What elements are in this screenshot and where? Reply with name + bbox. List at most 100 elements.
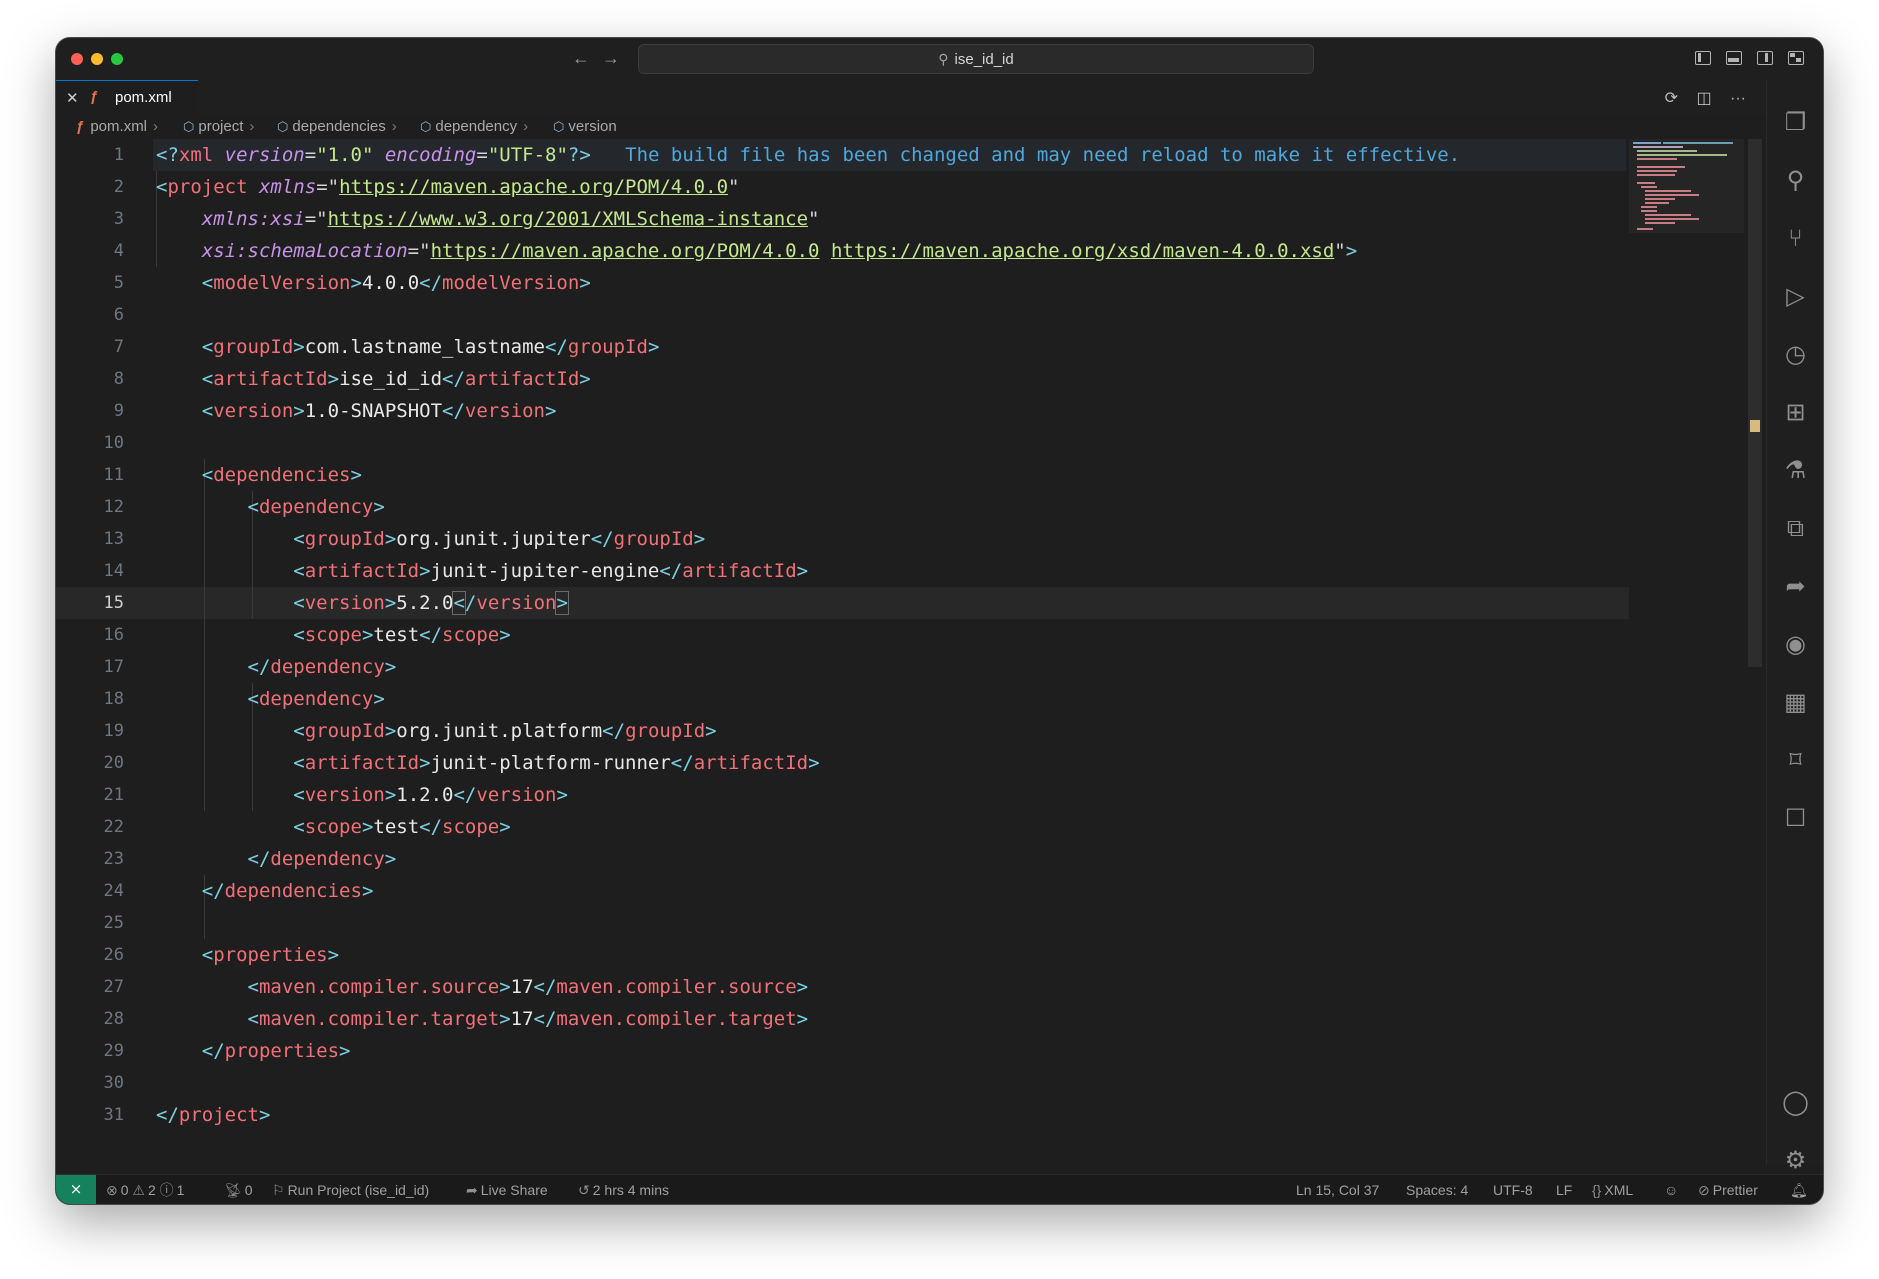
close-window-button[interactable] xyxy=(71,53,83,65)
run-project-status[interactable]: ⚐ Run Project (ise_id_id) xyxy=(272,1175,429,1204)
extensions-icon[interactable]: ⊞ xyxy=(1767,398,1823,428)
timeline-icon[interactable]: ◷ xyxy=(1767,340,1823,370)
remote-indicator-icon[interactable]: ⨯ xyxy=(56,1175,96,1204)
line-number: 31 xyxy=(103,1105,124,1125)
code-line-4: xsi:schemaLocation="https://maven.apache… xyxy=(201,240,1358,262)
symbol-element-icon: ⬡ xyxy=(420,119,432,134)
source-control-icon[interactable]: ⑂ xyxy=(1767,224,1823,254)
breadcrumb-file[interactable]: ƒ pom.xml › xyxy=(76,115,158,139)
schema-link-xsd[interactable]: https://maven.apache.org/xsd/maven-4.0.0… xyxy=(831,240,1334,262)
breadcrumb: ƒ pom.xml › ⬡ project › ⬡ dependencies › ⬡ depe… xyxy=(56,115,1766,139)
code-line-23: </dependency> xyxy=(247,848,397,870)
account-icon[interactable]: ◯ xyxy=(1767,1088,1823,1118)
run-debug-icon[interactable]: ▷ xyxy=(1767,282,1823,312)
forward-arrow-icon[interactable]: → xyxy=(602,47,620,69)
command-center-search[interactable]: ⚲ ise_id_id xyxy=(638,44,1314,74)
schema-link-pom[interactable]: https://maven.apache.org/POM/4.0.0 xyxy=(431,240,820,262)
breadcrumb-dependency[interactable]: ⬡ dependency › xyxy=(420,115,528,139)
prettier-status[interactable]: ⊘ Prettier xyxy=(1698,1175,1758,1204)
time-tracker-status[interactable]: ↺ 2 hrs 4 mins xyxy=(578,1175,669,1204)
search-icon: ⚲ xyxy=(938,51,949,67)
line-number: 7 xyxy=(113,337,124,357)
reload-project-icon[interactable]: ⟳ xyxy=(1665,90,1678,107)
warning-icon: ⚠ xyxy=(132,1182,145,1198)
breadcrumb-version[interactable]: ⬡ version xyxy=(553,115,617,139)
notifications-icon[interactable]: 🔔︎ xyxy=(1790,1175,1808,1204)
xmlns-link[interactable]: https://maven.apache.org/POM/4.0.0 xyxy=(339,176,728,198)
minimize-window-button[interactable] xyxy=(91,53,103,65)
code-line-2: <project xmlns="https://maven.apache.org… xyxy=(156,176,740,198)
code-line-19: <groupId>org.junit.platform</groupId> xyxy=(293,720,717,742)
line-number: 8 xyxy=(113,369,124,389)
line-number: 5 xyxy=(113,273,124,293)
title-bar: ← → ⚲ ise_id_id xyxy=(56,38,1823,81)
copilot-icon[interactable]: ☺ xyxy=(1664,1175,1678,1204)
comments-icon[interactable]: ☐ xyxy=(1767,804,1823,834)
toggle-primary-sidebar-icon[interactable] xyxy=(1695,51,1711,65)
toggle-secondary-sidebar-icon[interactable] xyxy=(1757,51,1773,65)
bookmarks-icon[interactable]: ⌑ xyxy=(1767,746,1823,776)
toggle-panel-icon[interactable] xyxy=(1726,51,1742,65)
vscode-window: ← → ⚲ ise_id_id ✕ ƒ pom.xml ⟳ ◫ ··· ƒ pom.… xyxy=(56,38,1823,1204)
ports-status[interactable]: 📡︎ 0 xyxy=(224,1175,253,1204)
problems-status[interactable]: ⊗ 0 ⚠ 2 ⓘ 1 xyxy=(106,1175,184,1204)
split-editor-icon[interactable]: ◫ xyxy=(1696,90,1711,107)
symbol-element-icon: ⬡ xyxy=(553,119,565,134)
code-line-13: <groupId>org.junit.jupiter</groupId> xyxy=(293,528,706,550)
testing-icon[interactable]: ⚗ xyxy=(1767,456,1823,486)
code-editor[interactable]: 1 2 3 4 5 6 7 8 9 10 11 12 13 14 15 16 17 18 19 20 21 22 23 24 2… xyxy=(56,139,1766,1164)
search-icon[interactable]: ⚲ xyxy=(1767,166,1823,196)
live-share-icon[interactable]: ➦ xyxy=(1767,572,1823,602)
encoding-status[interactable]: UTF-8 xyxy=(1493,1175,1533,1204)
remote-explorer-icon[interactable]: ⧉ xyxy=(1767,514,1823,544)
code-line-3: xmlns:xsi="https://www.w3.org/2001/XMLSc… xyxy=(201,208,820,230)
scrollbar-warning-marker xyxy=(1750,420,1760,432)
code-line-20: <artifactId>junit-platform-runner</artif… xyxy=(293,752,820,774)
live-share-icon: ➦ xyxy=(466,1182,478,1198)
line-number: 22 xyxy=(103,817,124,837)
line-number: 16 xyxy=(103,625,124,645)
xsi-link[interactable]: https://www.w3.org/2001/XMLSchema-instan… xyxy=(328,208,808,230)
line-number: 9 xyxy=(113,401,124,421)
symbol-element-icon: ⬡ xyxy=(183,119,195,134)
line-number: 14 xyxy=(103,561,124,581)
live-share-status[interactable]: ➦ Live Share xyxy=(466,1175,548,1204)
eol-status[interactable]: LF xyxy=(1556,1175,1572,1204)
line-number: 30 xyxy=(103,1073,124,1093)
breadcrumb-project[interactable]: ⬡ project › xyxy=(183,115,254,139)
line-number: 27 xyxy=(103,977,124,997)
code-line-14: <artifactId>junit-jupiter-engine</artifa… xyxy=(293,560,809,582)
line-number: 24 xyxy=(103,881,124,901)
language-mode-status[interactable]: {} XML xyxy=(1592,1175,1633,1204)
prettier-icon: ⊘ xyxy=(1698,1182,1710,1198)
braces-icon: {} xyxy=(1592,1182,1602,1198)
line-number: 29 xyxy=(103,1041,124,1061)
vertical-scrollbar[interactable] xyxy=(1748,139,1762,667)
settings-gear-icon[interactable]: ⚙ xyxy=(1767,1146,1823,1176)
line-number: 4 xyxy=(113,241,124,261)
line-number: 23 xyxy=(103,849,124,869)
breadcrumb-dependencies[interactable]: ⬡ dependencies › xyxy=(277,115,397,139)
docker-icon[interactable]: ▦ xyxy=(1767,688,1823,718)
customize-layout-icon[interactable] xyxy=(1788,51,1804,65)
code-line-29: </properties> xyxy=(201,1040,351,1062)
editor-tab-bar: ✕ ƒ pom.xml ⟳ ◫ ··· xyxy=(56,80,1766,116)
cursor-position-status[interactable]: Ln 15, Col 37 xyxy=(1296,1175,1379,1204)
activity-bar: ❐ ⚲ ⑂ ▷ ◷ ⊞ ⚗ ⧉ ➦ ◉ ▦ ⌑ ☐ ◯ ⚙ xyxy=(1766,80,1823,1174)
more-actions-icon[interactable]: ··· xyxy=(1730,90,1746,107)
code-line-15: <version>5.2.0</version> xyxy=(293,591,569,615)
explorer-icon[interactable]: ❐ xyxy=(1767,108,1823,138)
tab-pom-xml[interactable]: ✕ ƒ pom.xml xyxy=(56,80,198,116)
github-icon[interactable]: ◉ xyxy=(1767,630,1823,660)
back-arrow-icon[interactable]: ← xyxy=(572,47,590,69)
code-line-27: <maven.compiler.source>17</maven.compile… xyxy=(247,976,809,998)
minimap[interactable] xyxy=(1629,139,1744,233)
editor-actions: ⟳ ◫ ··· xyxy=(1651,88,1746,108)
code-line-7: <groupId>com.lastname_lastname</groupId> xyxy=(201,336,660,358)
line-number: 12 xyxy=(103,497,124,517)
close-tab-icon[interactable]: ✕ xyxy=(66,89,79,107)
line-number: 2 xyxy=(113,177,124,197)
zoom-window-button[interactable] xyxy=(111,53,123,65)
indentation-status[interactable]: Spaces: 4 xyxy=(1406,1175,1468,1204)
line-number: 3 xyxy=(113,209,124,229)
